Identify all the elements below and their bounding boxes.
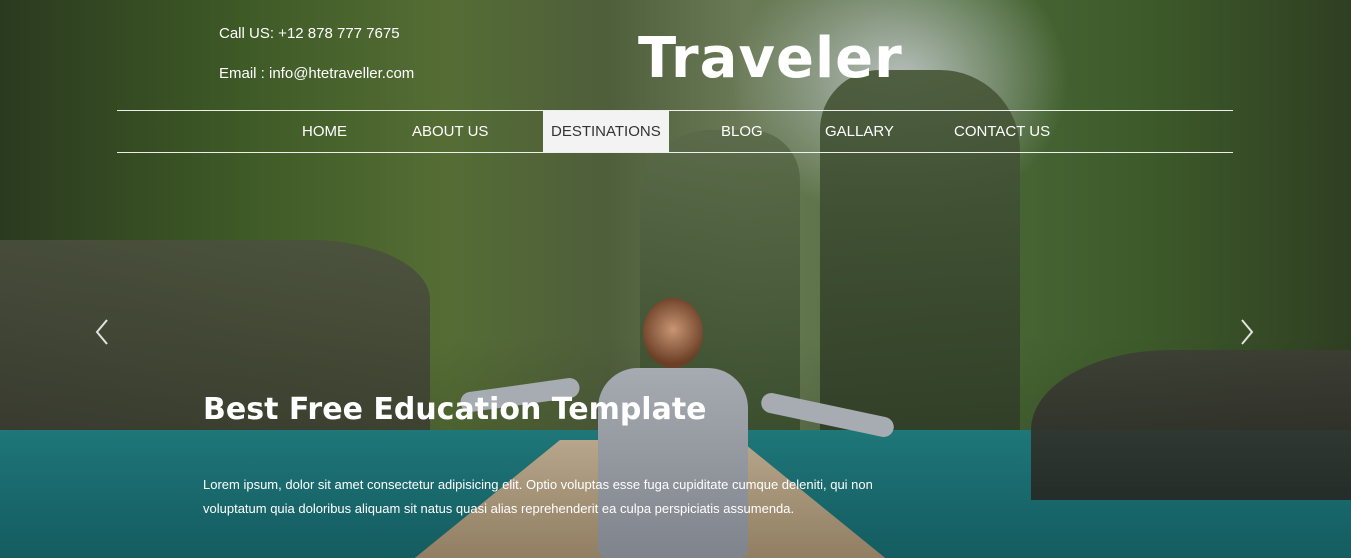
- nav-item-blog[interactable]: BLOG: [713, 111, 771, 152]
- nav-item-gallary[interactable]: GALLARY: [817, 111, 902, 152]
- person-head: [643, 298, 703, 368]
- contact-phone: Call US: +12 878 777 7675: [219, 25, 400, 42]
- slide-title: Best Free Education Template: [203, 392, 707, 427]
- slide-description: Lorem ipsum, dolor sit amet consectetur …: [203, 477, 873, 516]
- chevron-left-icon: [95, 319, 108, 345]
- chevron-right-icon: [1241, 319, 1254, 345]
- slider-prev-button[interactable]: [88, 316, 116, 348]
- background-rocks: [1031, 350, 1351, 500]
- contact-email: Email : info@htetraveller.com: [219, 65, 415, 82]
- main-nav: HOME ABOUT US DESTINATIONS BLOG GALLARY …: [117, 110, 1233, 153]
- site-logo[interactable]: Traveler: [638, 26, 903, 91]
- slider-next-button[interactable]: [1233, 316, 1261, 348]
- nav-item-destinations[interactable]: DESTINATIONS: [543, 111, 669, 152]
- nav-item-about-us[interactable]: ABOUT US: [404, 111, 496, 152]
- nav-item-home[interactable]: HOME: [294, 111, 355, 152]
- nav-item-contact-us[interactable]: CONTACT US: [946, 111, 1058, 152]
